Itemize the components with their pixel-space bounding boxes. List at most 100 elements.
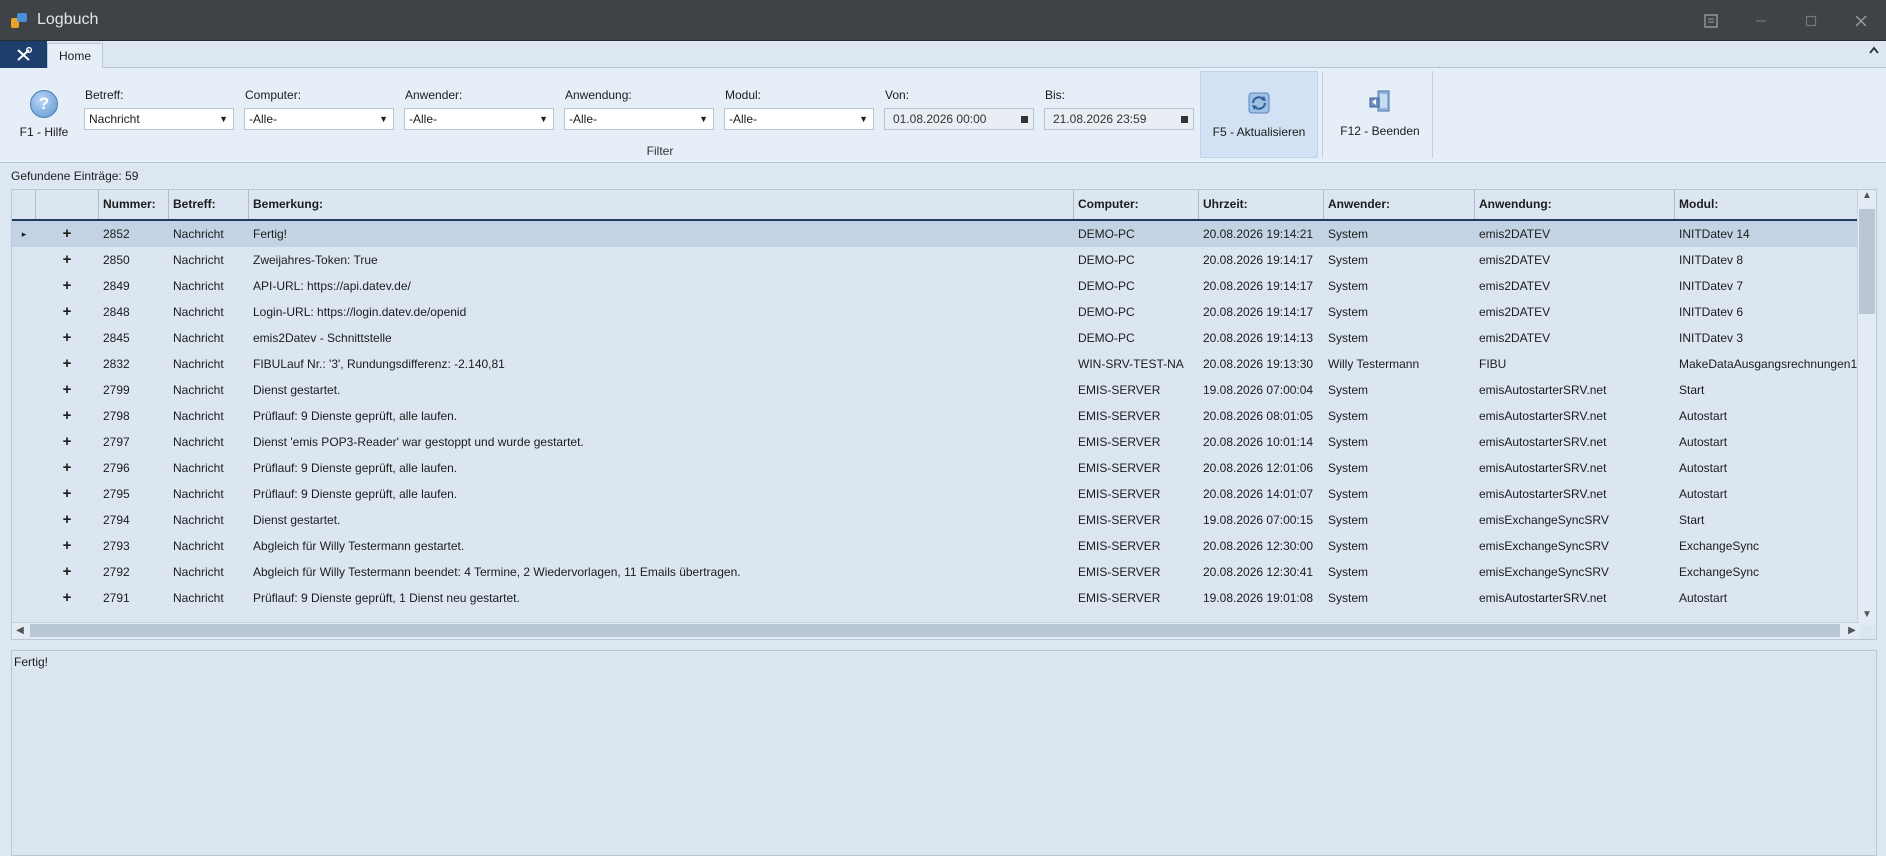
close-button[interactable]: [1836, 0, 1886, 41]
cell-bemerkung: FIBULauf Nr.: '3', Rundungsdifferenz: -2…: [253, 357, 505, 371]
table-row[interactable]: +2793 Nachricht Abgleich für Willy Testerm…: [12, 533, 1858, 559]
cell-bemerkung: Prüflauf: 9 Dienste geprüft, alle laufen…: [253, 461, 458, 475]
table-row[interactable]: +2845 Nachricht emis2Datev - Schnittstelle…: [12, 325, 1858, 351]
calendar-icon[interactable]: [1181, 116, 1188, 123]
table-row[interactable]: +2796 Nachricht Prüflauf: 9 Dienste geprüf…: [12, 455, 1858, 481]
modul-select[interactable]: -Alle- ▼: [724, 108, 874, 130]
cell-bemerkung: Dienst gestartet.: [253, 513, 341, 527]
table-row[interactable]: +2792 Nachricht Abgleich für Willy Testerm…: [12, 559, 1858, 585]
table-row[interactable]: +2848 Nachricht Login-URL: https://login.d…: [12, 299, 1858, 325]
row-indicator-header: [12, 190, 36, 219]
refresh-button-label: F5 - Aktualisieren: [1212, 125, 1306, 139]
cell-modul: Autostart: [1679, 591, 1728, 605]
expand-row-icon[interactable]: +: [59, 351, 75, 377]
table-row[interactable]: +2798 Nachricht Prüflauf: 9 Dienste geprüf…: [12, 403, 1858, 429]
von-date-field[interactable]: 01.08.2026 00:00: [884, 108, 1034, 130]
cell-modul: ExchangeSync: [1679, 539, 1760, 553]
exit-button-label: F12 - Beenden: [1340, 124, 1420, 138]
cell-anwender: System: [1328, 461, 1369, 475]
column-header-bemerkung[interactable]: Bemerkung:: [249, 190, 1074, 219]
expand-row-icon[interactable]: +: [59, 221, 75, 247]
table-row[interactable]: +2849 Nachricht API-URL: https://api.datev…: [12, 273, 1858, 299]
expand-row-icon[interactable]: +: [59, 429, 75, 455]
table-row[interactable]: +2832 Nachricht FIBULauf Nr.: '3', Rundung…: [12, 351, 1858, 377]
help-icon: ?: [30, 90, 58, 118]
refresh-button[interactable]: F5 - Aktualisieren: [1200, 71, 1318, 158]
scroll-down-icon[interactable]: ▼: [1858, 609, 1876, 625]
expand-row-icon[interactable]: +: [59, 247, 75, 273]
expand-row-icon[interactable]: +: [59, 403, 75, 429]
expand-row-icon[interactable]: +: [59, 377, 75, 403]
expand-row-icon[interactable]: +: [59, 559, 75, 585]
tab-home[interactable]: Home: [47, 43, 103, 68]
cell-anwender: Willy Testermann: [1328, 357, 1420, 371]
expand-row-icon[interactable]: +: [59, 585, 75, 611]
expand-row-icon[interactable]: +: [59, 325, 75, 351]
table-row[interactable]: ▸ +2852 Nachricht Fertig! DEMO-PC 20.08.2026 …: [12, 221, 1858, 247]
vertical-scroll-thumb[interactable]: [1859, 209, 1875, 314]
vertical-scrollbar[interactable]: ▲ ▼: [1857, 190, 1876, 625]
cell-uhrzeit: 19.08.2026 07:00:15: [1203, 513, 1314, 527]
horizontal-scroll-thumb[interactable]: [30, 624, 1840, 637]
scroll-up-icon[interactable]: ▲: [1858, 190, 1876, 206]
anwendung-select[interactable]: -Alle- ▼: [564, 108, 714, 130]
cell-anwender: System: [1328, 487, 1369, 501]
cell-nummer: 2799: [103, 383, 130, 397]
table-row[interactable]: +2850 Nachricht Zweijahres-Token: True DEMO…: [12, 247, 1858, 273]
cell-bemerkung: Login-URL: https://login.datev.de/openid: [253, 305, 467, 319]
scroll-left-icon[interactable]: ◀: [12, 623, 28, 639]
column-header-anwender[interactable]: Anwender:: [1324, 190, 1475, 219]
calendar-icon[interactable]: [1021, 116, 1028, 123]
cell-betreff: Nachricht: [173, 253, 224, 267]
table-row[interactable]: +2799 Nachricht Dienst gestartet. EMIS-SERV…: [12, 377, 1858, 403]
chevron-down-icon: ▼: [219, 114, 228, 124]
column-header-anwendung[interactable]: Anwendung:: [1475, 190, 1675, 219]
chevron-down-icon: ▼: [859, 114, 868, 124]
cell-uhrzeit: 20.08.2026 19:13:30: [1203, 357, 1314, 371]
horizontal-scrollbar[interactable]: ◀ ▶: [12, 622, 1860, 639]
column-header-modul[interactable]: Modul:: [1675, 190, 1858, 219]
maximize-button[interactable]: [1786, 0, 1836, 41]
filter-group-label: Filter: [646, 144, 674, 158]
anwender-label: Anwender:: [405, 88, 463, 102]
cell-betreff: Nachricht: [173, 357, 224, 371]
file-menu-button[interactable]: [0, 41, 47, 68]
cell-computer: EMIS-SERVER: [1078, 539, 1161, 553]
scroll-right-icon[interactable]: ▶: [1844, 623, 1860, 639]
table-row[interactable]: +2795 Nachricht Prüflauf: 9 Dienste geprüf…: [12, 481, 1858, 507]
column-header-betreff[interactable]: Betreff:: [169, 190, 249, 219]
column-header-uhrzeit[interactable]: Uhrzeit:: [1199, 190, 1324, 219]
minimize-button[interactable]: [1736, 0, 1786, 41]
ribbon-panel: ? F1 - Hilfe Betreff: Nachricht ▼ Compute…: [0, 68, 1886, 163]
computer-select[interactable]: -Alle- ▼: [244, 108, 394, 130]
cell-anwender: System: [1328, 331, 1369, 345]
exit-button[interactable]: F12 - Beenden: [1330, 71, 1430, 158]
table-row[interactable]: +2797 Nachricht Dienst 'emis POP3-Reader' …: [12, 429, 1858, 455]
exit-door-icon: [1369, 90, 1390, 112]
cell-nummer: 2849: [103, 279, 130, 293]
cell-bemerkung: Abgleich für Willy Testermann beendet: 4…: [253, 565, 741, 579]
betreff-select[interactable]: Nachricht ▼: [84, 108, 234, 130]
expand-row-icon[interactable]: +: [59, 481, 75, 507]
column-header-computer[interactable]: Computer:: [1074, 190, 1199, 219]
expand-row-icon[interactable]: +: [59, 273, 75, 299]
table-row[interactable]: +2791 Nachricht Prüflauf: 9 Dienste geprüf…: [12, 585, 1858, 611]
ribbon-collapse-icon[interactable]: [1868, 45, 1880, 58]
detail-panel: Fertig!: [11, 650, 1877, 856]
bis-date-field[interactable]: 21.08.2026 23:59: [1044, 108, 1194, 130]
anwender-select[interactable]: -Alle- ▼: [404, 108, 554, 130]
column-header-nummer[interactable]: Nummer:: [99, 190, 169, 219]
help-button[interactable]: ? F1 - Hilfe: [10, 90, 78, 139]
notes-icon[interactable]: [1686, 0, 1736, 41]
expand-row-icon[interactable]: +: [59, 533, 75, 559]
expand-row-icon[interactable]: +: [59, 299, 75, 325]
expand-row-icon[interactable]: +: [59, 455, 75, 481]
table-row[interactable]: +2794 Nachricht Dienst gestartet. EMIS-SERV…: [12, 507, 1858, 533]
cell-anwender: System: [1328, 227, 1369, 241]
expand-row-icon[interactable]: +: [59, 507, 75, 533]
log-table: Nummer: Betreff: Bemerkung: Computer: Uh…: [11, 189, 1877, 640]
chevron-down-icon: ▼: [699, 114, 708, 124]
refresh-icon: [1248, 92, 1270, 114]
cell-computer: DEMO-PC: [1078, 279, 1135, 293]
cell-nummer: 2850: [103, 253, 130, 267]
